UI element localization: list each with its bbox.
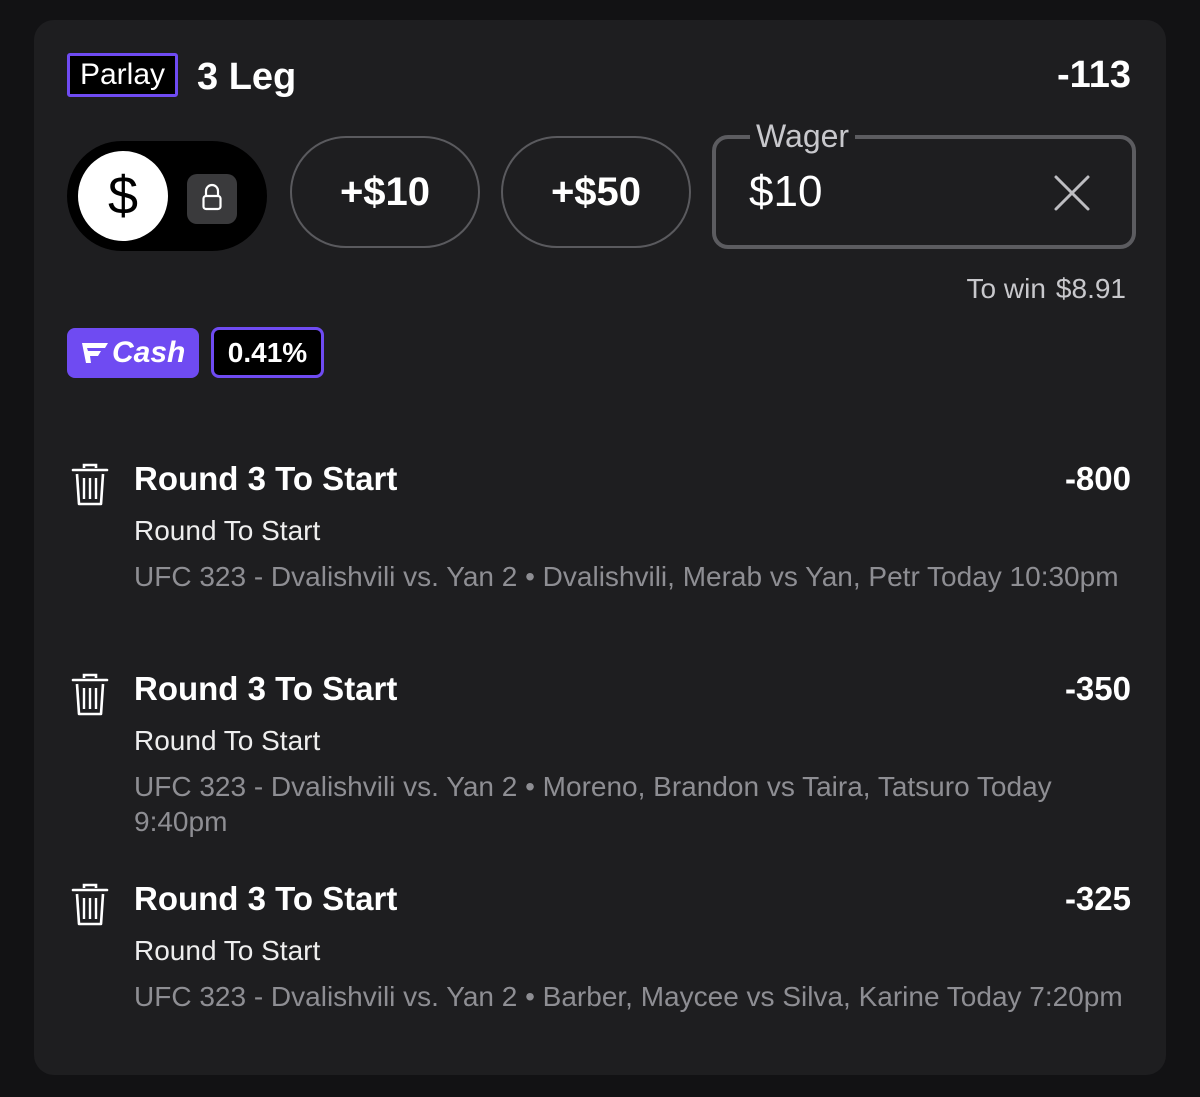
add-10-button[interactable]: +$10 bbox=[290, 136, 480, 248]
to-win-value: $8.91 bbox=[1055, 273, 1126, 304]
wager-input[interactable]: Wager $10 bbox=[712, 117, 1136, 249]
fanduel-logo-icon bbox=[82, 343, 108, 363]
leg-event: UFC 323 - Dvalishvili vs. Yan 2 • Dvalis… bbox=[134, 561, 1119, 592]
parlay-badge: Parlay bbox=[67, 53, 178, 97]
leg-market: Round To Start bbox=[134, 935, 321, 966]
parlay-leg: Round 3 To Start -800 Round To Start UFC… bbox=[67, 445, 1133, 625]
close-icon[interactable] bbox=[1050, 171, 1094, 215]
betslip-card: Parlay 3 Leg -113 $ +$10 +$50 Wager $10 … bbox=[34, 20, 1166, 1075]
leg-odds: -350 bbox=[1064, 670, 1131, 707]
cash-mode-toggle[interactable]: $ bbox=[67, 141, 267, 251]
leg-market: Round To Start bbox=[134, 725, 321, 756]
dollar-icon: $ bbox=[78, 151, 168, 241]
leg-odds: -325 bbox=[1064, 880, 1131, 917]
to-win: To win $8.91 bbox=[967, 272, 1126, 306]
fcash-label: Cash bbox=[112, 336, 186, 369]
lock-icon[interactable] bbox=[187, 174, 237, 224]
leg-count: 3 Leg bbox=[197, 56, 297, 98]
leg-event: UFC 323 - Dvalishvili vs. Yan 2 • Barber… bbox=[134, 981, 1123, 1012]
to-win-label: To win bbox=[966, 273, 1046, 304]
leg-title: Round 3 To Start bbox=[134, 670, 398, 707]
wager-label: Wager bbox=[750, 117, 856, 155]
leg-event: UFC 323 - Dvalishvili vs. Yan 2 • Moreno… bbox=[134, 771, 1052, 837]
betslip-header: Parlay 3 Leg -113 bbox=[67, 53, 1133, 105]
trash-icon[interactable] bbox=[70, 883, 110, 932]
fcash-percent: 0.41% bbox=[211, 327, 324, 378]
wager-value[interactable]: $10 bbox=[749, 167, 822, 217]
leg-title: Round 3 To Start bbox=[134, 460, 398, 497]
parlay-leg: Round 3 To Start -325 Round To Start UFC… bbox=[67, 865, 1133, 1045]
parlay-leg: Round 3 To Start -350 Round To Start UFC… bbox=[67, 655, 1133, 837]
trash-icon[interactable] bbox=[70, 463, 110, 512]
trash-icon[interactable] bbox=[70, 673, 110, 722]
add-50-button[interactable]: +$50 bbox=[501, 136, 691, 248]
leg-odds: -800 bbox=[1064, 460, 1131, 497]
leg-title: Round 3 To Start bbox=[134, 880, 398, 917]
leg-market: Round To Start bbox=[134, 515, 321, 546]
total-odds: -113 bbox=[1057, 54, 1131, 96]
fcash-badge: Cash bbox=[67, 328, 199, 378]
